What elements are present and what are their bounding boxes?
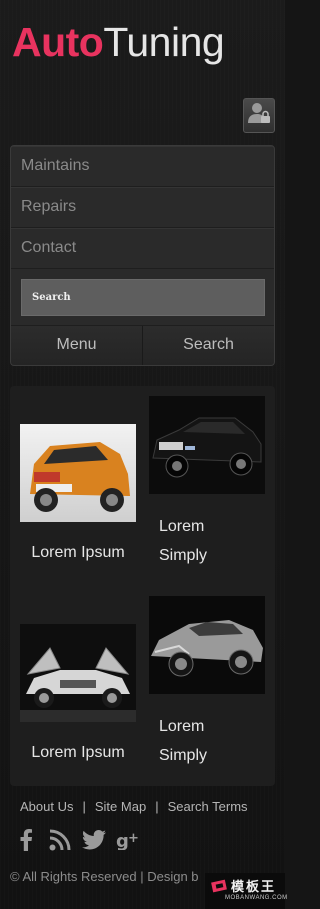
gallery-caption[interactable]: Lorem Simply xyxy=(149,712,239,770)
nav-item-maintains[interactable]: Maintains xyxy=(11,146,274,187)
nav-panel: Maintains Repairs Contact Menu Search xyxy=(10,145,275,366)
footer-separator: | xyxy=(155,799,159,814)
car-image-orange-suv[interactable] xyxy=(20,424,136,522)
gallery-card[interactable]: Lorem Simply xyxy=(149,596,265,770)
site-logo[interactable]: AutoTuning xyxy=(12,18,225,66)
svg-text:g: g xyxy=(116,831,129,850)
footer-separator: | xyxy=(82,799,86,814)
gallery-card[interactable]: Lorem Simply xyxy=(149,396,265,570)
logo-tuning: Tuning xyxy=(103,19,225,65)
gallery-card[interactable]: Lorem Ipsum xyxy=(20,624,136,767)
svg-text:+: + xyxy=(128,831,139,846)
copyright-text: © All Rights Reserved | Design b xyxy=(10,869,199,884)
logo-auto: Auto xyxy=(12,19,104,65)
watermark-subtitle: MOBANWANG.COM xyxy=(225,895,288,901)
nav-item-repairs[interactable]: Repairs xyxy=(11,187,274,228)
facebook-icon[interactable] xyxy=(14,828,38,852)
search-row xyxy=(11,269,274,326)
search-input[interactable] xyxy=(21,279,265,316)
gallery-caption[interactable]: Lorem Simply xyxy=(149,512,239,570)
nav-item-contact[interactable]: Contact xyxy=(11,228,274,269)
watermark-title: 模板王 xyxy=(231,879,277,894)
tab-search[interactable]: Search xyxy=(142,326,274,365)
twitter-icon[interactable] xyxy=(82,828,106,852)
footer-link-search-terms[interactable]: Search Terms xyxy=(168,799,248,814)
car-image-silver-concept-car[interactable] xyxy=(149,596,265,694)
gallery-caption[interactable]: Lorem Ipsum xyxy=(20,538,136,567)
tab-menu[interactable]: Menu xyxy=(11,326,142,365)
car-gallery: Lorem Ipsum Lorem Simply Lorem Ipsum Lor… xyxy=(10,386,275,786)
rss-icon[interactable] xyxy=(48,828,72,852)
user-lock-icon xyxy=(247,101,271,130)
google-plus-icon[interactable]: g + xyxy=(116,828,140,852)
car-image-black-sedan[interactable] xyxy=(149,396,265,494)
watermark-badge: 模板王 MOBANWANG.COM xyxy=(205,873,288,909)
gallery-caption[interactable]: Lorem Ipsum xyxy=(20,738,136,767)
page: AutoTuning Maintains Repairs Contact Men… xyxy=(0,0,288,909)
footer-link-about[interactable]: About Us xyxy=(20,799,73,814)
social-icons: g + xyxy=(14,828,140,852)
panel-tabs: Menu Search xyxy=(11,326,274,365)
car-image-silver-gullwing-coupe[interactable] xyxy=(20,624,136,722)
footer-link-sitemap[interactable]: Site Map xyxy=(95,799,146,814)
user-account-button[interactable] xyxy=(243,98,275,133)
footer-links: About Us | Site Map | Search Terms xyxy=(20,799,248,814)
gallery-card[interactable]: Lorem Ipsum xyxy=(20,424,136,567)
